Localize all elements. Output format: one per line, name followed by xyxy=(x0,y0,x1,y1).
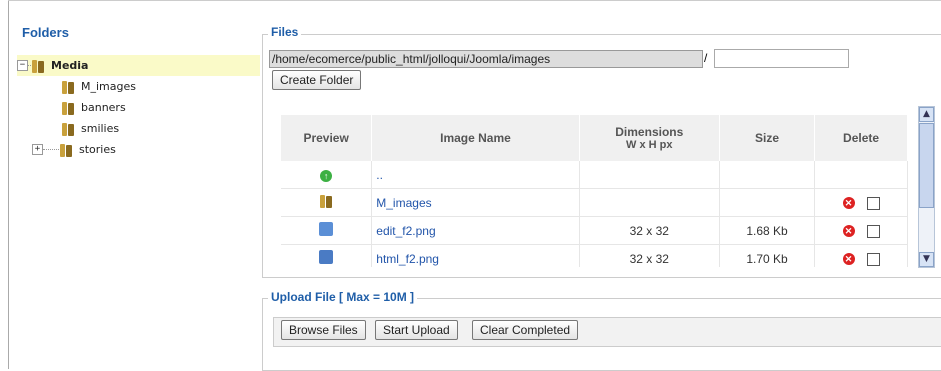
tree-label: M_images xyxy=(81,80,136,93)
size xyxy=(719,188,816,217)
table-row[interactable]: ↑ .. xyxy=(281,161,908,189)
delete-cell xyxy=(814,161,908,189)
table-row[interactable]: html_f2.png 32 x 32 1.70 Kb ✕ xyxy=(281,244,908,267)
image-name[interactable]: edit_f2.png xyxy=(371,216,580,245)
edit-file-icon[interactable] xyxy=(319,222,334,236)
dimensions xyxy=(579,161,720,189)
start-upload-button[interactable]: Start Upload xyxy=(375,320,458,340)
dimensions: 32 x 32 xyxy=(579,244,720,267)
tree-item-banners[interactable]: banners xyxy=(17,97,260,118)
delete-cell: ✕ xyxy=(814,244,908,267)
html-file-icon[interactable] xyxy=(319,250,334,264)
dimensions: 32 x 32 xyxy=(579,216,720,245)
delete-icon[interactable]: ✕ xyxy=(842,225,855,238)
size: 1.70 Kb xyxy=(719,244,816,267)
dimensions xyxy=(579,188,720,217)
files-legend: Files xyxy=(268,25,302,39)
col-size: Size xyxy=(719,115,816,161)
image-name[interactable]: .. xyxy=(371,161,580,189)
col-delete: Delete xyxy=(814,115,908,161)
col-preview: Preview xyxy=(281,115,373,161)
upload-legend: Upload File [ Max = 10M ] xyxy=(268,290,418,304)
path-separator: / xyxy=(704,51,708,65)
up-icon[interactable]: ↑ xyxy=(320,169,333,182)
scroll-down-icon[interactable]: ▼ xyxy=(919,252,934,267)
col-dimensions-line2: W x H px xyxy=(626,139,673,151)
image-name[interactable]: M_images xyxy=(371,188,580,217)
tree-item-media[interactable]: − Media xyxy=(17,55,260,76)
collapse-icon[interactable]: − xyxy=(17,60,28,71)
delete-cell: ✕ xyxy=(814,188,908,217)
folders-title: Folders xyxy=(22,25,69,40)
create-folder-button[interactable]: Create Folder xyxy=(272,70,362,90)
table-row[interactable]: M_images ✕ xyxy=(281,188,908,217)
delete-checkbox[interactable] xyxy=(866,196,880,210)
folder-icon xyxy=(61,121,75,137)
tree-item-smilies[interactable]: smilies xyxy=(17,118,260,139)
folder-icon xyxy=(31,58,45,74)
path-field[interactable]: /home/ecomerce/public_html/jolloqui/Joom… xyxy=(269,50,703,68)
tree-label-media: Media xyxy=(51,59,89,72)
new-folder-input[interactable] xyxy=(714,49,849,68)
image-name[interactable]: html_f2.png xyxy=(371,244,580,267)
size xyxy=(719,161,816,189)
folder-icon xyxy=(61,100,75,116)
delete-icon[interactable]: ✕ xyxy=(842,197,855,210)
clear-completed-button[interactable]: Clear Completed xyxy=(472,320,579,340)
delete-cell: ✕ xyxy=(814,216,908,245)
table-row[interactable]: edit_f2.png 32 x 32 1.68 Kb ✕ xyxy=(281,216,908,245)
scroll-thumb[interactable] xyxy=(919,123,934,208)
tree-label: stories xyxy=(79,143,116,156)
delete-checkbox[interactable] xyxy=(866,224,880,238)
tree-label: banners xyxy=(81,101,126,114)
size: 1.68 Kb xyxy=(719,216,816,245)
col-dimensions: Dimensions W x H px xyxy=(579,115,720,161)
folder-icon[interactable] xyxy=(319,193,333,209)
top-border xyxy=(8,0,941,1)
scroll-up-icon[interactable]: ▲ xyxy=(919,107,934,122)
tree-item-m-images[interactable]: M_images xyxy=(17,76,260,97)
folder-icon xyxy=(61,79,75,95)
file-grid: Preview Image Name Dimensions W x H px S… xyxy=(281,115,908,267)
folder-icon xyxy=(59,142,73,158)
grid-header: Preview Image Name Dimensions W x H px S… xyxy=(281,115,908,161)
tree-item-stories[interactable]: + stories xyxy=(17,139,260,160)
delete-checkbox[interactable] xyxy=(866,252,880,266)
col-image-name: Image Name xyxy=(371,115,580,161)
folder-tree: − Media M_images banners smilies + stori… xyxy=(17,55,260,160)
col-dimensions-line1: Dimensions xyxy=(615,125,684,139)
delete-icon[interactable]: ✕ xyxy=(842,253,855,266)
expand-icon[interactable]: + xyxy=(32,144,43,155)
upload-toolbar xyxy=(273,317,941,347)
left-border xyxy=(8,0,9,369)
tree-label: smilies xyxy=(81,122,120,135)
browse-files-button[interactable]: Browse Files xyxy=(281,320,366,340)
grid-scrollbar[interactable]: ▲ ▼ xyxy=(918,106,935,268)
